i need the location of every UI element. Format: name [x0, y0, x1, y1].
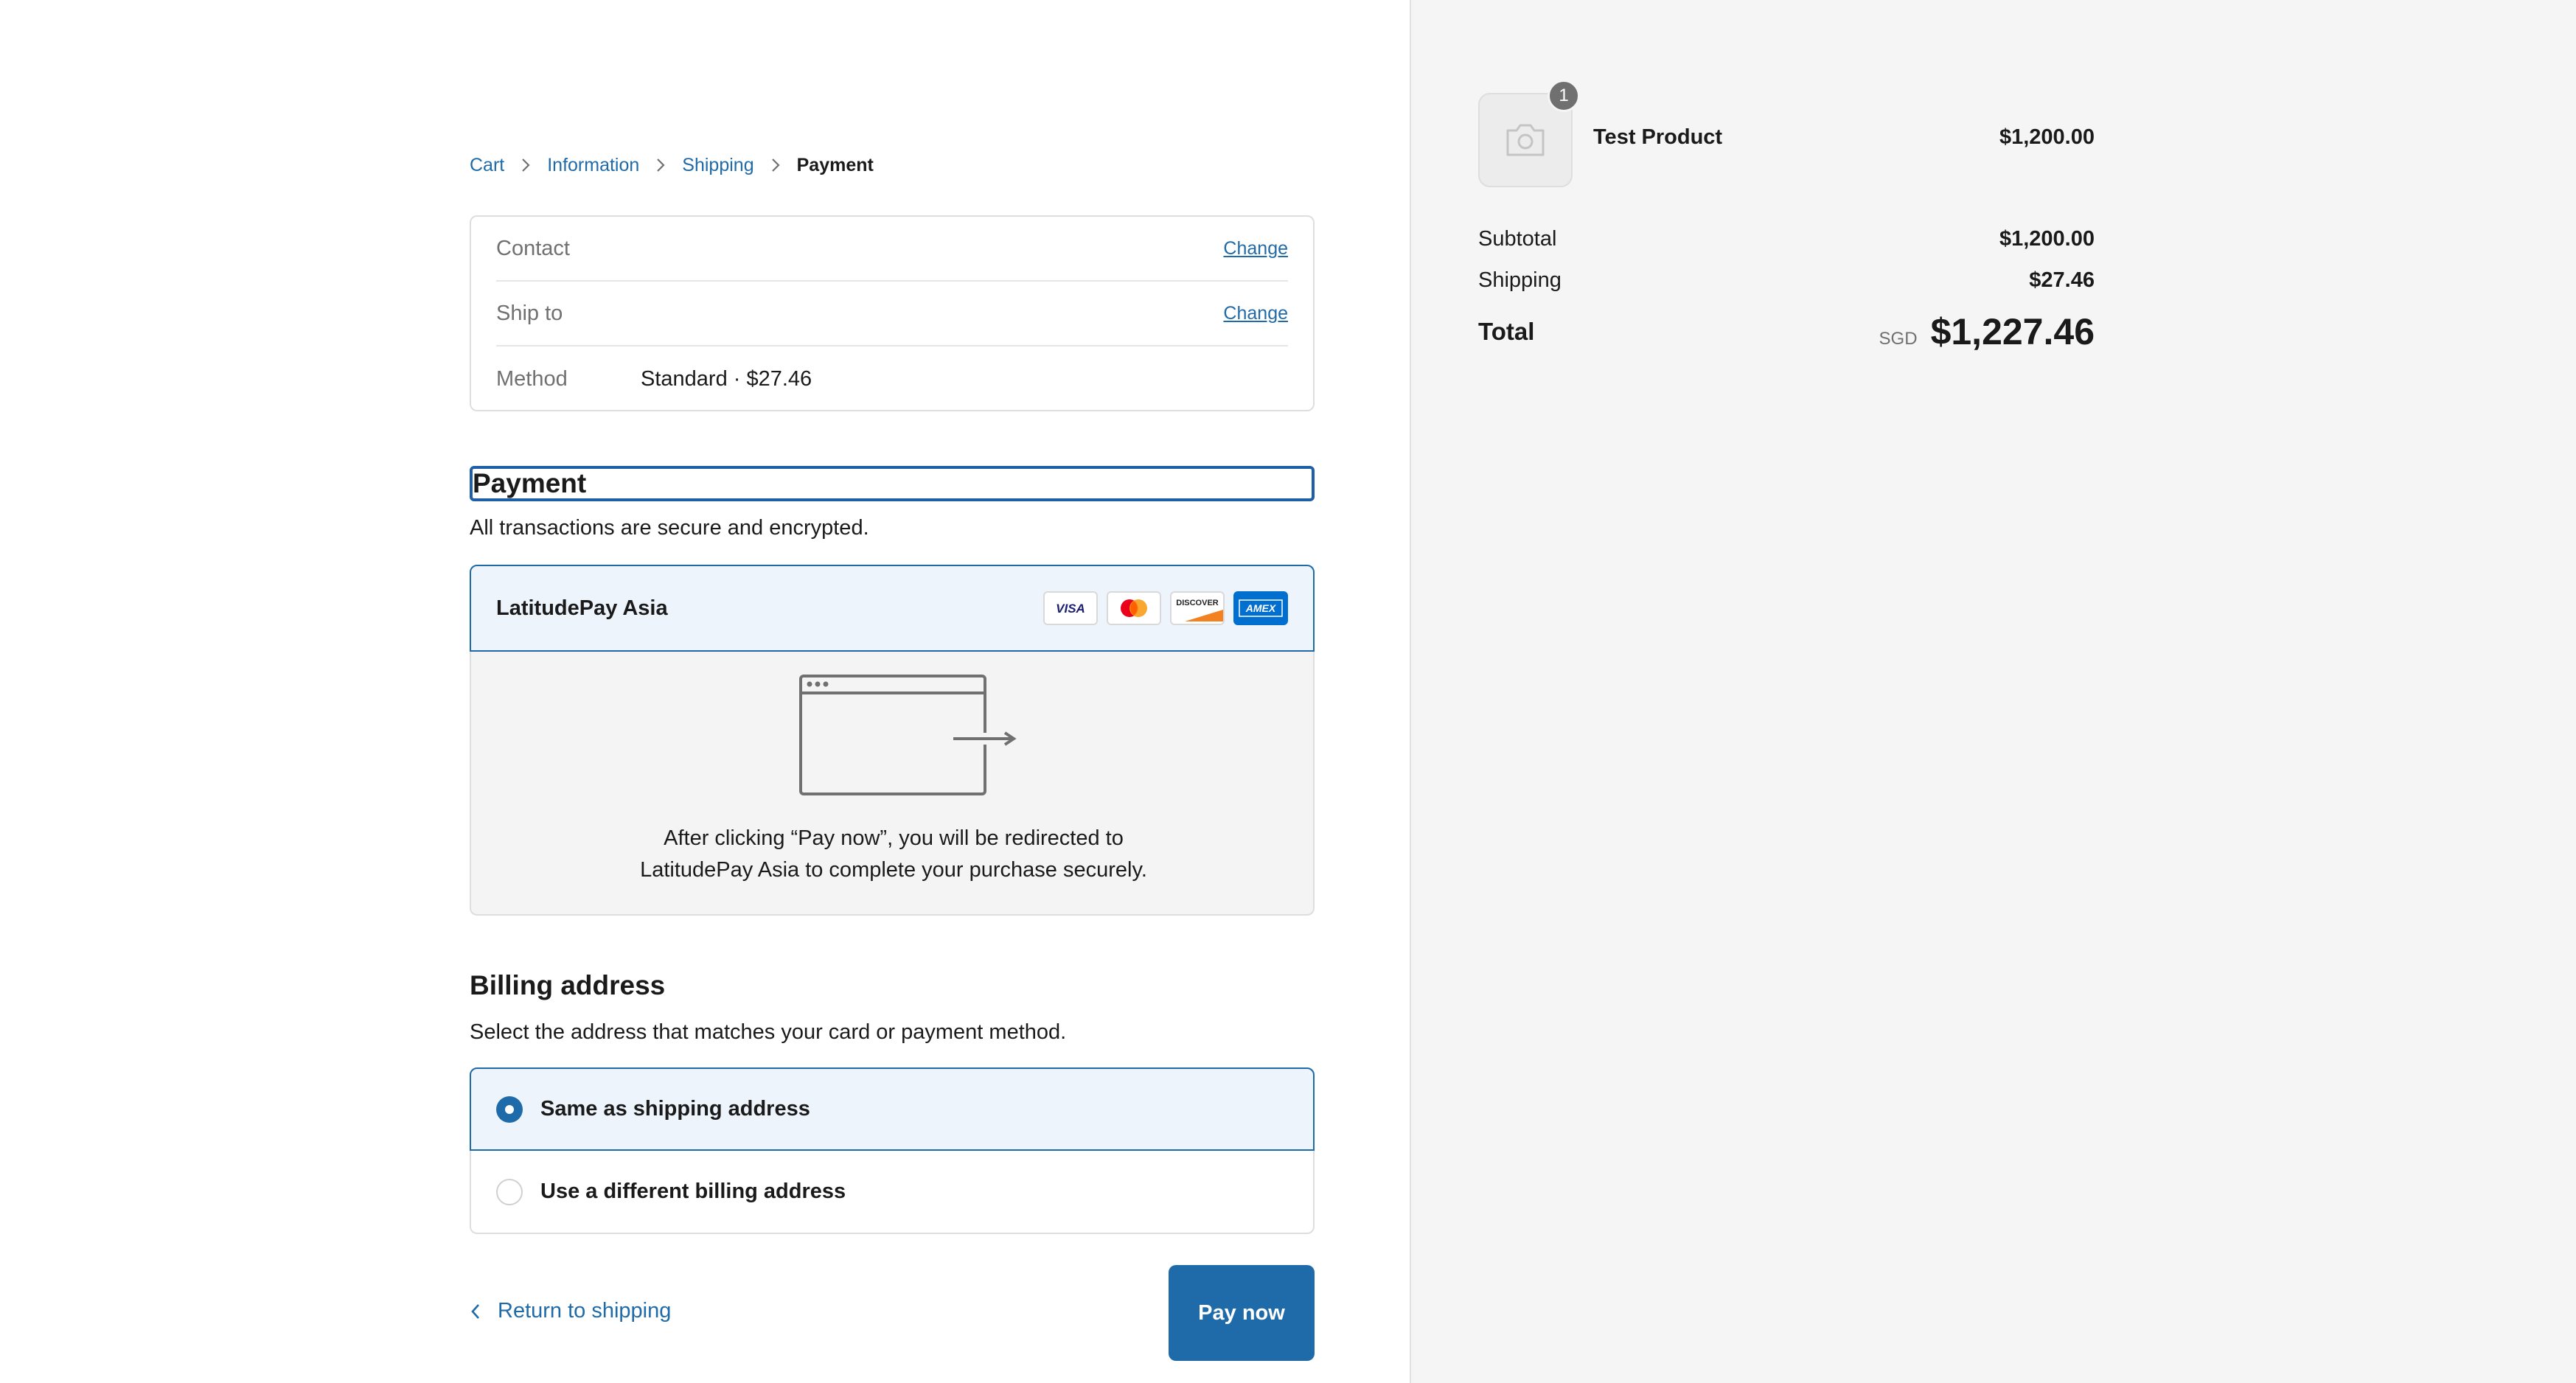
- amex-logo: AMEX: [1233, 591, 1288, 625]
- breadcrumb-information[interactable]: Information: [547, 155, 639, 176]
- billing-same-option[interactable]: Same as shipping address: [470, 1067, 1315, 1151]
- gateway-redirect-panel: After clicking “Pay now”, you will be re…: [470, 652, 1315, 916]
- total-row: Total SGD $1,227.46: [1478, 302, 2095, 361]
- return-to-shipping-link[interactable]: Return to shipping: [470, 1299, 671, 1323]
- redirect-message: After clicking “Pay now”, you will be re…: [471, 823, 1316, 886]
- radio-selected[interactable]: [496, 1095, 523, 1123]
- order-summary: 1 Test Product $1,200.00 Subtotal $1,200…: [1410, 0, 2576, 1383]
- redirect-line-2: LatitudePay Asia to complete your purcha…: [640, 858, 1147, 882]
- payment-subtitle: All transactions are secure and encrypte…: [470, 516, 869, 540]
- summary-totals: Subtotal $1,200.00 Shipping $27.46 Total…: [1478, 218, 2095, 361]
- subtotal-row: Subtotal $1,200.00: [1478, 218, 2095, 259]
- method-label: Method: [496, 366, 568, 391]
- billing-title: Billing address: [470, 970, 666, 1000]
- mastercard-logo: [1107, 591, 1161, 625]
- chevron-left-icon: [470, 1303, 481, 1320]
- shipping-value: $27.46: [2029, 268, 2095, 292]
- payment-gateway: LatitudePay Asia VISA DISCOVER AMEX Afte…: [470, 565, 1315, 916]
- radio-unselected[interactable]: [496, 1178, 523, 1205]
- camera-icon: [1506, 124, 1545, 156]
- redirect-line-1: After clicking “Pay now”, you will be re…: [664, 826, 1124, 850]
- billing-subtitle: Select the address that matches your car…: [470, 1020, 1067, 1044]
- billing-same-label: Same as shipping address: [540, 1097, 810, 1121]
- review-contact-row: Contact Change: [496, 217, 1288, 282]
- billing-options: Same as shipping address Use a different…: [470, 1067, 1315, 1234]
- gateway-name: LatitudePay Asia: [496, 596, 668, 620]
- method-value: Standard · $27.46: [641, 366, 812, 391]
- total-label: Total: [1478, 318, 1535, 345]
- breadcrumb-shipping[interactable]: Shipping: [682, 155, 753, 176]
- review-method-row: Method Standard · $27.46: [496, 346, 1288, 411]
- subtotal-label: Subtotal: [1478, 226, 1557, 251]
- pay-now-button[interactable]: Pay now: [1169, 1265, 1315, 1361]
- card-logos: VISA DISCOVER AMEX: [1043, 591, 1288, 625]
- visa-logo-text: VISA: [1056, 602, 1085, 616]
- quantity-badge: 1: [1548, 80, 1580, 112]
- summary-product: 1 Test Product $1,200.00: [1478, 80, 2095, 187]
- total-amount-group: SGD $1,227.46: [1879, 310, 2095, 353]
- subtotal-value: $1,200.00: [1999, 226, 2095, 251]
- breadcrumb: Cart Information Shipping Payment: [470, 152, 874, 178]
- product-thumbnail: 1: [1478, 80, 1580, 187]
- billing-different-option[interactable]: Use a different billing address: [470, 1151, 1315, 1234]
- change-contact-link[interactable]: Change: [1223, 238, 1288, 259]
- chevron-right-icon: [770, 158, 781, 173]
- currency-code: SGD: [1879, 329, 1918, 349]
- visa-logo: VISA: [1043, 591, 1098, 625]
- shipping-row: Shipping $27.46: [1478, 259, 2095, 301]
- breadcrumb-payment: Payment: [796, 154, 874, 175]
- total-value: $1,227.46: [1930, 311, 2095, 352]
- review-shipto-row: Ship to Change: [496, 282, 1288, 346]
- billing-different-label: Use a different billing address: [540, 1180, 846, 1203]
- order-review-box: Contact Change Ship to Change Method Sta…: [470, 215, 1315, 411]
- discover-logo-text: DISCOVER: [1176, 599, 1219, 607]
- browser-redirect-icon: [799, 675, 1020, 795]
- return-label: Return to shipping: [498, 1299, 672, 1323]
- shipto-label: Ship to: [496, 301, 563, 325]
- shipping-label: Shipping: [1478, 268, 1562, 292]
- gateway-option[interactable]: LatitudePay Asia VISA DISCOVER AMEX: [470, 565, 1315, 652]
- product-price: $1,200.00: [1999, 125, 2095, 149]
- discover-logo: DISCOVER: [1170, 591, 1225, 625]
- checkout-page: Cart Information Shipping Payment Contac…: [0, 0, 2576, 1383]
- payment-heading: Payment: [470, 466, 1315, 501]
- product-name: Test Product: [1593, 125, 1723, 149]
- amex-logo-text: AMEX: [1245, 602, 1277, 614]
- breadcrumb-cart[interactable]: Cart: [470, 155, 504, 176]
- change-shipto-link[interactable]: Change: [1223, 303, 1288, 324]
- checkout-main: Cart Information Shipping Payment Contac…: [470, 0, 1315, 1383]
- contact-label: Contact: [496, 236, 570, 260]
- chevron-right-icon: [521, 158, 531, 173]
- chevron-right-icon: [655, 158, 666, 173]
